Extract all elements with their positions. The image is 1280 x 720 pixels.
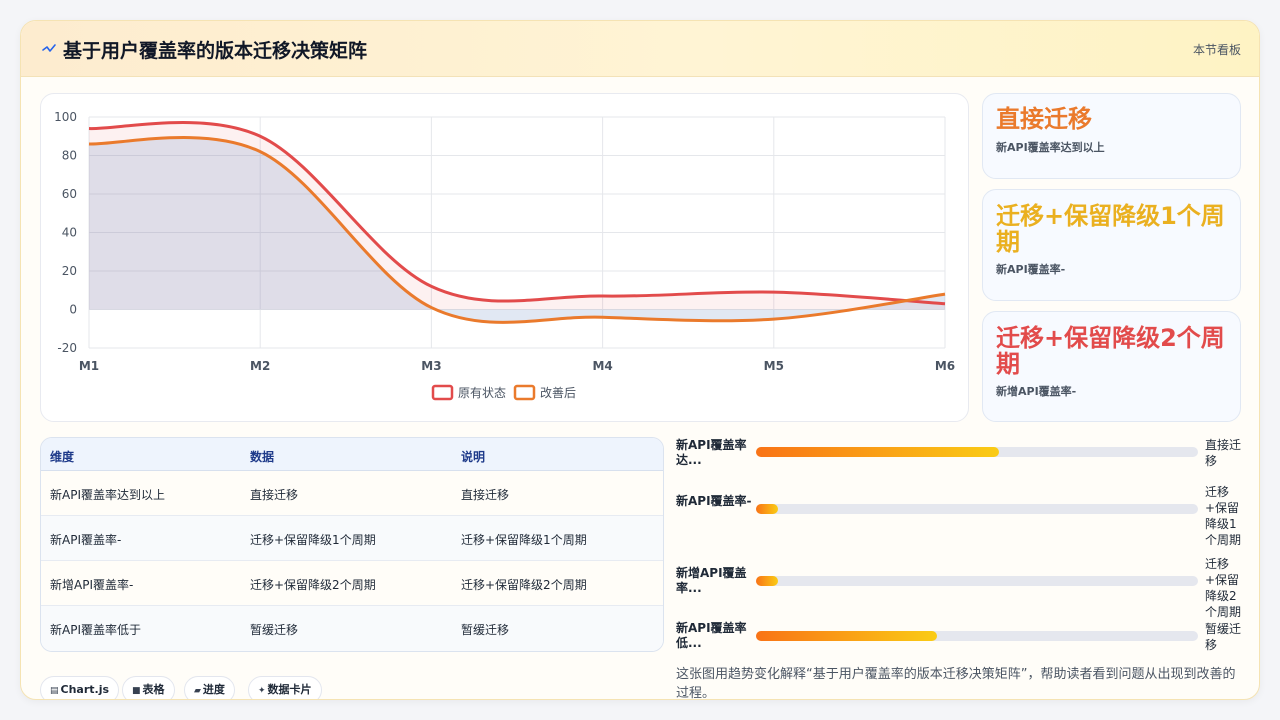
panel-header: 基于用户覆盖率的版本迁移决策矩阵 本节看板: [21, 21, 1259, 77]
y-tick-label: -20: [57, 341, 77, 355]
progress-row: 新API覆盖率- 迁移+保留降级1个周期: [676, 484, 1246, 550]
progress-track: [756, 576, 1198, 586]
chip-label: 表格: [142, 683, 165, 696]
table-cell: 直接迁移: [250, 488, 299, 502]
chip-label: Chart.js: [60, 683, 110, 696]
table-header-cell: 维度: [50, 450, 75, 464]
x-tick-label: M3: [421, 359, 441, 373]
progress-value: 迁移+保留降级2个周期: [1205, 557, 1242, 619]
side-card-1[interactable]: 直接迁移 新API覆盖率达到以上: [982, 93, 1241, 179]
chip-label: 数据卡片: [267, 683, 312, 696]
table-row[interactable]: 新API覆盖率低于 暂缓迁移 暂缓迁移: [41, 606, 663, 651]
y-tick-label: 20: [62, 264, 77, 278]
table-cell: 暂缓迁移: [250, 623, 299, 637]
progress-value: 直接迁移: [1205, 438, 1242, 468]
progress-label: 新增API覆盖率...: [676, 566, 747, 595]
progress-value: 暂缓迁移: [1205, 622, 1242, 652]
progress-label: 新API覆盖率达...: [676, 438, 747, 467]
table-icon: ■: [132, 686, 141, 696]
side-card-2[interactable]: 迁移+保留降级1个周期 新API覆盖率-: [982, 189, 1241, 301]
progress-fill: [756, 576, 779, 586]
table-header-cell: 数据: [250, 450, 275, 464]
legend-swatch: [431, 384, 454, 401]
x-tick-label: M5: [764, 359, 784, 373]
side-card-value: 迁移+保留降级1个周期: [996, 202, 1225, 256]
y-tick-label: 0: [69, 303, 77, 317]
x-tick-label: M1: [79, 359, 99, 373]
trend-line-icon: [42, 44, 56, 52]
progress-row: 新增API覆盖率... 迁移+保留降级2个周期: [676, 556, 1246, 622]
progress-track: [756, 447, 1198, 457]
table-cell: 迁移+保留降级1个周期: [250, 533, 376, 547]
table-header-cell: 说明: [461, 450, 486, 464]
table-row[interactable]: 新API覆盖率- 迁移+保留降级1个周期 迁移+保留降级1个周期: [41, 516, 663, 561]
progress-fill: [756, 504, 779, 514]
y-tick-label: 40: [62, 226, 77, 240]
chip-progress[interactable]: ▰ 进度: [184, 676, 235, 699]
table-cell: 迁移+保留降级1个周期: [461, 533, 587, 547]
legend-swatch: [513, 384, 536, 401]
side-card-label: 新增API覆盖率-: [996, 385, 1077, 398]
legend-label: 原有状态: [458, 386, 506, 400]
progress-row: 新API覆盖率达... 直接迁移: [676, 437, 1246, 477]
table-row[interactable]: 新API覆盖率达到以上 直接迁移 直接迁移: [41, 471, 663, 516]
progress-value: 迁移+保留降级1个周期: [1205, 485, 1242, 547]
table-cell: 新API覆盖率达到以上: [50, 488, 165, 502]
progress-label: 新API覆盖率-: [676, 494, 752, 508]
trend-chart: 100 80 60 40 20 0 -20 M1 M2 M3 M4 M5 M6 原有状态 改善后: [40, 93, 969, 422]
progress-fill: [756, 631, 938, 641]
board-link[interactable]: 本节看板: [1193, 41, 1241, 58]
trend-chart-svg: 100 80 60 40 20 0 -20M1 M2 M3 M4 M5 M6 原有状态 改善后: [54, 110, 955, 401]
y-tick-label: 100: [54, 110, 77, 124]
progress-label: 新API覆盖率低...: [676, 621, 747, 650]
progress-row: 新API覆盖率低... 暂缓迁移: [676, 621, 1246, 655]
side-card-value: 迁移+保留降级2个周期: [996, 324, 1225, 378]
table-cell: 迁移+保留降级2个周期: [461, 578, 587, 592]
page-title: 基于用户覆盖率的版本迁移决策矩阵: [63, 40, 368, 62]
y-tick-label: 60: [62, 187, 77, 201]
side-card-value: 直接迁移: [996, 105, 1092, 133]
chip-label: 进度: [202, 683, 225, 696]
table-cell: 迁移+保留降级2个周期: [250, 578, 376, 592]
table-cell: 新增API覆盖率-: [50, 578, 134, 592]
table-cell: 新API覆盖率低于: [50, 623, 141, 637]
chart-icon: ▤: [50, 686, 59, 696]
chip-table[interactable]: ■ 表格: [122, 676, 175, 699]
chip-data-card[interactable]: ✦ 数据卡片: [248, 676, 322, 699]
x-tick-label: M2: [250, 359, 270, 373]
table-cell: 暂缓迁移: [461, 623, 510, 637]
side-card-label: 新API覆盖率达到以上: [996, 141, 1105, 154]
progress-track: [756, 631, 1198, 641]
chart-explanation: 这张图用趋势变化解释“基于用户覆盖率的版本迁移决策矩阵”，帮助读者看到问题从出现…: [676, 667, 1236, 700]
side-card-label: 新API覆盖率-: [996, 263, 1066, 276]
table-row[interactable]: 新增API覆盖率- 迁移+保留降级2个周期 迁移+保留降级2个周期: [41, 561, 663, 606]
chip-chartjs[interactable]: ▤ Chart.js: [40, 676, 120, 699]
y-tick-label: 80: [62, 149, 77, 163]
table-cell: 新API覆盖率-: [50, 533, 122, 547]
table-header: 维度 数据 说明: [41, 438, 663, 471]
side-card-3[interactable]: 迁移+保留降级2个周期 新增API覆盖率-: [982, 311, 1241, 422]
dashboard-panel: 基于用户覆盖率的版本迁移决策矩阵 本节看板 100 80 60 40 20 0 -20 M1 M…: [20, 20, 1260, 700]
progress-track: [756, 504, 1198, 514]
legend-label: 改善后: [540, 385, 576, 400]
table-cell: 直接迁移: [461, 488, 510, 502]
x-tick-label: M6: [935, 359, 955, 373]
spark-icon: ✦: [258, 686, 266, 696]
progress-fill: [756, 447, 1000, 457]
x-tick-label: M4: [592, 359, 612, 373]
data-table: 维度 数据 说明 新API覆盖率达到以上 直接迁移 直接迁移 新API覆盖率- …: [40, 437, 664, 652]
progress-icon: ▰: [194, 686, 201, 696]
